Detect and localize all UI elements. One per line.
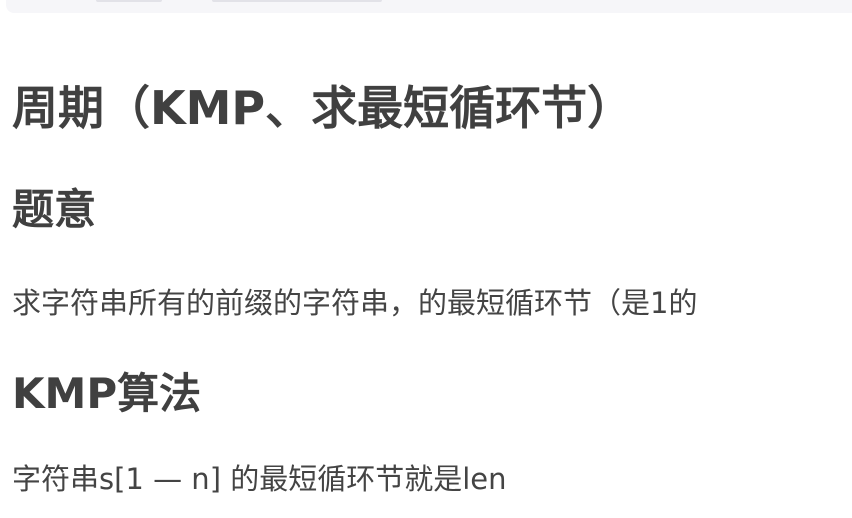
section-text: 求字符串所有的前缀的字符串，的最短循环节（是1的	[12, 286, 698, 320]
section-heading: 题意	[12, 185, 97, 234]
section-heading: KMP算法	[12, 369, 202, 418]
page-title: 周期（KMP、求最短循环节）	[12, 81, 634, 135]
section-text: 字符串s[1 — n] 的最短循环节就是len	[12, 462, 507, 496]
top-toolbar	[6, 0, 852, 13]
toolbar-tab[interactable]	[212, 0, 382, 2]
toolbar-tab[interactable]	[96, 0, 162, 2]
